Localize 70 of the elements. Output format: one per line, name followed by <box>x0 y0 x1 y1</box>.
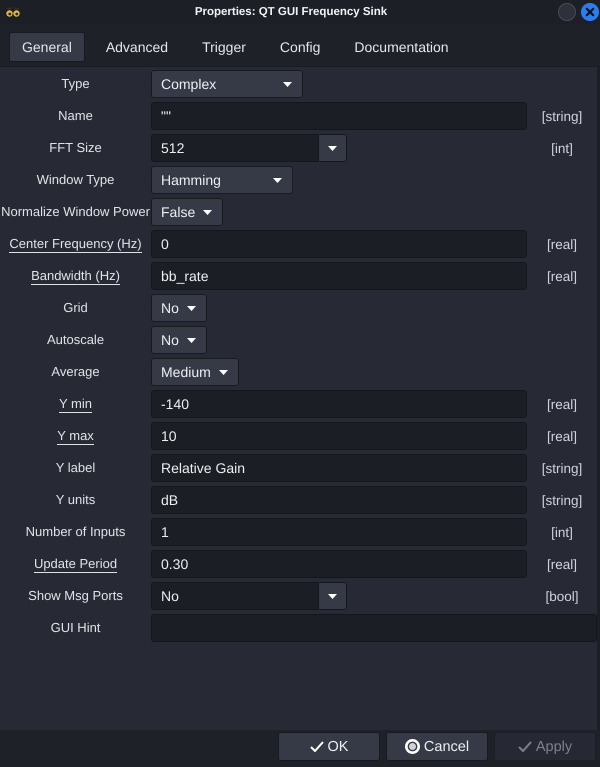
caret-icon <box>283 82 292 86</box>
field-label: Update Period <box>34 556 118 572</box>
field-label: Autoscale <box>46 332 104 348</box>
field-label: Y min <box>59 396 92 412</box>
caret-icon <box>328 146 337 150</box>
text-field[interactable]: 0 <box>151 230 527 258</box>
ring-icon <box>404 739 420 754</box>
field-label: GUI Hint <box>50 620 100 636</box>
type-label: [real] <box>546 236 577 252</box>
dropdown[interactable]: False <box>151 198 224 226</box>
field-label: Center Frequency (Hz) <box>9 236 142 252</box>
dropdown-button[interactable] <box>318 582 347 610</box>
caret-icon <box>328 594 337 598</box>
field-label: Number of Inputs <box>26 524 126 540</box>
eyes-icon <box>6 7 20 17</box>
field-label: Y label <box>56 460 96 476</box>
close-icon[interactable] <box>581 3 599 21</box>
text-field[interactable]: 0.30 <box>151 550 527 578</box>
field-label: Show Msg Ports <box>28 588 123 604</box>
field-label: Bandwidth (Hz) <box>31 268 120 284</box>
dialog-button[interactable]: Cancel <box>386 732 488 761</box>
type-label: [string] <box>542 492 582 508</box>
field-label: FFT Size <box>49 140 102 156</box>
caret-icon <box>203 210 212 214</box>
caret-icon <box>186 338 196 342</box>
type-label: [real] <box>546 556 577 572</box>
type-label: [real] <box>546 428 577 444</box>
text-field[interactable]: 10 <box>151 422 527 450</box>
caret-icon <box>273 178 282 182</box>
type-label: [real] <box>546 396 577 412</box>
field-label: Y units <box>56 492 96 508</box>
type-label: [bool] <box>545 588 579 604</box>
text-field[interactable]: dB <box>151 486 527 514</box>
window-title: Properties: QT GUI Frequency Sink <box>194 6 388 18</box>
dropdown[interactable]: Hamming <box>151 166 293 194</box>
tab[interactable]: Advanced <box>92 32 182 62</box>
tab[interactable]: Documentation <box>341 32 462 62</box>
field-label: Average <box>51 364 100 380</box>
text-field[interactable]: -140 <box>151 390 527 418</box>
text-field[interactable]: 1 <box>151 518 527 546</box>
type-label: [string] <box>542 108 582 124</box>
combo-text-field[interactable]: No <box>151 582 318 610</box>
text-field[interactable] <box>151 614 597 642</box>
field-label: Name <box>58 108 93 124</box>
dropdown[interactable]: Complex <box>151 70 303 98</box>
text-field[interactable]: bb_rate <box>151 262 527 290</box>
check-icon <box>518 741 532 752</box>
check-icon <box>310 741 324 752</box>
tab[interactable]: Config <box>266 32 334 62</box>
dropdown[interactable]: No <box>151 294 207 322</box>
type-label: [int] <box>551 524 573 540</box>
dialog-button[interactable]: OK <box>278 732 380 761</box>
type-label: [int] <box>551 140 573 156</box>
tab[interactable]: Trigger <box>189 32 259 62</box>
dropdown-button[interactable] <box>318 134 347 162</box>
dropdown[interactable]: No <box>151 326 207 354</box>
type-label: [real] <box>546 268 577 284</box>
field-label: Type <box>61 76 90 92</box>
field-label: Normalize Window Power <box>1 204 150 220</box>
caret-icon <box>218 370 228 374</box>
text-field[interactable]: "" <box>151 102 527 130</box>
caret-icon <box>186 306 196 310</box>
field-label: Y max <box>57 428 94 444</box>
tab[interactable]: General <box>9 32 85 62</box>
type-label: [string] <box>542 460 582 476</box>
field-label: Grid <box>63 300 88 316</box>
dropdown[interactable]: Medium <box>151 358 239 386</box>
combo-text-field[interactable]: 512 <box>151 134 318 162</box>
field-label: Window Type <box>36 172 114 188</box>
text-field[interactable]: Relative Gain <box>151 454 527 482</box>
